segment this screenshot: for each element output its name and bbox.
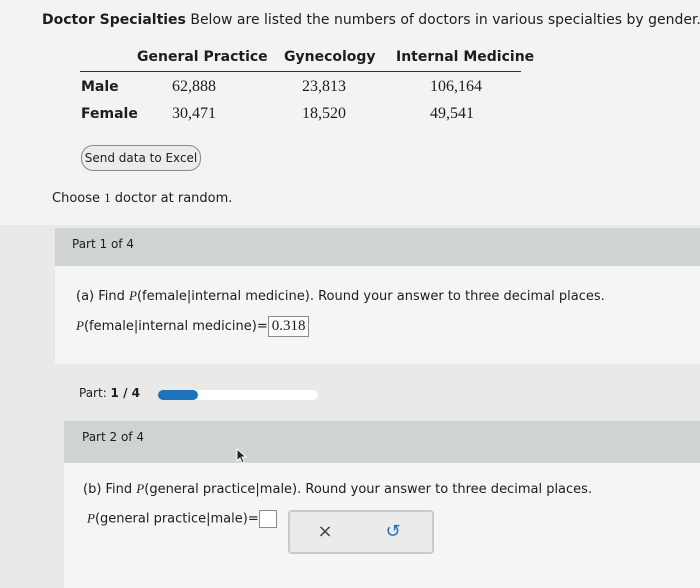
choose-pre: Choose (52, 191, 105, 206)
part1-header: Part 1 of 4 (55, 228, 700, 266)
cell-male-internal-medicine: 106,164 (430, 78, 482, 95)
part1-a-eq: = (256, 319, 268, 334)
progress-label-value: 1 / 4 (110, 386, 140, 400)
part1-body: (a) Find P(female|internal medicine). Ro… (55, 266, 700, 364)
part1-q-p: P (129, 288, 137, 303)
undo-icon[interactable]: ↺ (381, 520, 405, 544)
cell-female-gynecology: 18,520 (302, 105, 346, 122)
part1-question: (a) Find P(female|internal medicine). Ro… (76, 288, 605, 304)
row-label-female: Female (81, 106, 138, 122)
part1-answer-line: P(female|internal medicine)= 0.318 (76, 316, 310, 337)
send-to-excel-button[interactable]: Send data to Excel (81, 145, 201, 171)
problem-panel: Doctor Specialties Below are listed the … (0, 0, 700, 225)
answer-tools-panel: × ↺ (288, 510, 434, 554)
progress-label-pre: Part: (79, 386, 111, 400)
progress-fill (158, 390, 198, 400)
problem-title-bold: Doctor Specialties (42, 12, 186, 28)
part2-header: Part 2 of 4 (64, 421, 700, 463)
problem-title-text: Below are listed the numbers of doctors … (185, 12, 700, 28)
part2-answer-line: P(general practice|male)= (87, 510, 277, 528)
choose-instruction: Choose 1 doctor at random. (52, 190, 232, 206)
part1-header-label: Part 1 of 4 (72, 237, 134, 251)
cell-male-gynecology: 23,813 (302, 78, 346, 95)
part1-answer-field[interactable]: 0.318 (267, 316, 310, 337)
part1-q-expr: (female|internal medicine) (136, 289, 310, 304)
part2-header-label: Part 2 of 4 (82, 430, 144, 444)
col-header-general-practice: General Practice (137, 49, 268, 65)
cell-female-internal-medicine: 49,541 (430, 105, 474, 122)
part2-answer-field[interactable] (258, 510, 277, 528)
clear-icon[interactable]: × (313, 520, 337, 544)
part1-a-expr: (female|internal medicine) (83, 319, 257, 334)
mouse-cursor-icon (236, 448, 248, 464)
part2-question: (b) Find P(general practice|male). Round… (83, 481, 592, 497)
cell-male-general-practice: 62,888 (172, 78, 216, 95)
part1-q-suffix: . Round your answer to three decimal pla… (309, 289, 605, 304)
part1-q-prefix: (a) Find (76, 289, 130, 304)
col-header-gynecology: Gynecology (284, 49, 376, 65)
part2-q-prefix: (b) Find (83, 482, 137, 497)
part2-q-suffix: . Round your answer to three decimal pla… (297, 482, 593, 497)
problem-title: Doctor Specialties Below are listed the … (42, 12, 700, 28)
part2-q-expr: (general practice|male) (144, 482, 298, 497)
part2-a-p: P (87, 510, 95, 526)
part-progress: Part: 1 / 4 (59, 374, 319, 416)
cell-female-general-practice: 30,471 (172, 105, 216, 122)
choose-post: doctor at random. (110, 191, 233, 206)
row-label-male: Male (81, 79, 119, 95)
part2-a-eq: = (247, 511, 259, 527)
table-header-rule (80, 71, 521, 72)
progress-label: Part: 1 / 4 (79, 386, 140, 400)
part2-a-expr: (general practice|male) (94, 511, 248, 527)
part1-a-p: P (76, 318, 84, 333)
progress-track (158, 390, 318, 400)
col-header-internal-medicine: Internal Medicine (396, 49, 535, 65)
